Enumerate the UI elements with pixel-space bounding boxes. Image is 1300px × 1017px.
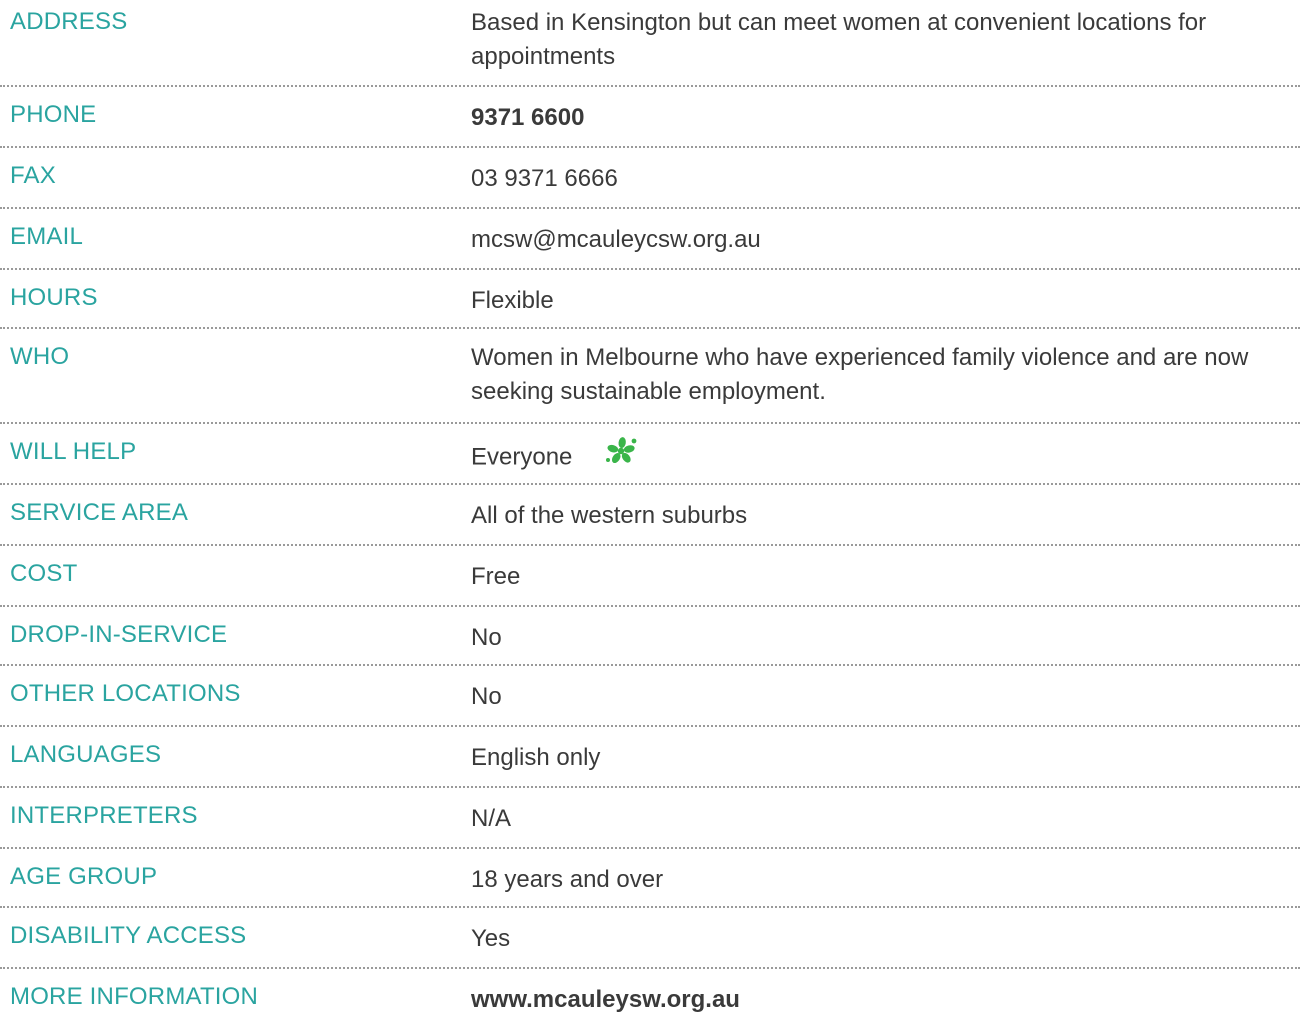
row-will-help: WILL HELP Everyone [0,424,1300,485]
label-service-area: SERVICE AREA [10,499,189,526]
value-fax: 03 9371 6666 [471,165,618,192]
row-hours: HOURS Flexible [0,270,1300,329]
row-other-locations: OTHER LOCATIONS No [0,666,1300,727]
value-who: Women in Melbourne who have experienced … [471,344,1249,405]
row-cost: COST Free [0,546,1300,607]
label-other-locations: OTHER LOCATIONS [10,680,241,707]
value-disability-access: Yes [471,925,511,952]
row-interpreters: INTERPRETERS N/A [0,788,1300,849]
value-will-help-wrap: Everyone [471,436,1292,478]
green-asterisk-flower-icon [603,436,639,476]
row-languages: LANGUAGES English only [0,727,1300,788]
label-who: WHO [10,343,70,370]
label-address: ADDRESS [10,8,128,35]
row-disability-access: DISABILITY ACCESS Yes [0,908,1300,969]
label-interpreters: INTERPRETERS [10,802,198,829]
value-will-help: Everyone [471,443,573,471]
value-drop-in-service: No [471,624,502,651]
value-interpreters: N/A [471,805,512,832]
row-drop-in-service: DROP-IN-SERVICE No [0,607,1300,666]
value-hours: Flexible [471,287,554,314]
value-address: Based in Kensington but can meet women a… [471,9,1207,70]
value-age-group: 18 years and over [471,866,664,893]
row-address: ADDRESS Based in Kensington but can meet… [0,0,1300,87]
value-cost: Free [471,563,521,590]
row-age-group: AGE GROUP 18 years and over [0,849,1300,908]
label-disability-access: DISABILITY ACCESS [10,922,247,949]
row-who: WHO Women in Melbourne who have experien… [0,329,1300,424]
label-languages: LANGUAGES [10,741,162,768]
value-phone: 9371 6600 [471,104,585,131]
row-email: EMAIL mcsw@mcauleycsw.org.au [0,209,1300,270]
label-drop-in-service: DROP-IN-SERVICE [10,621,228,648]
label-fax: FAX [10,162,56,189]
row-fax: FAX 03 9371 6666 [0,148,1300,209]
label-email: EMAIL [10,223,84,250]
label-hours: HOURS [10,284,98,311]
service-info-table: ADDRESS Based in Kensington but can meet… [0,0,1300,1014]
row-service-area: SERVICE AREA All of the western suburbs [0,485,1300,546]
row-phone: PHONE 9371 6600 [0,87,1300,148]
label-more-information: MORE INFORMATION [10,983,259,1010]
label-phone: PHONE [10,101,97,128]
label-age-group: AGE GROUP [10,863,158,890]
value-other-locations: No [471,683,502,710]
row-more-information: MORE INFORMATION www.mcauleysw.org.au [0,969,1300,1014]
label-will-help: WILL HELP [10,438,137,465]
value-more-information: www.mcauleysw.org.au [471,986,740,1013]
value-languages: English only [471,744,601,771]
value-email: mcsw@mcauleycsw.org.au [471,226,761,253]
value-service-area: All of the western suburbs [471,502,748,529]
label-cost: COST [10,560,78,587]
